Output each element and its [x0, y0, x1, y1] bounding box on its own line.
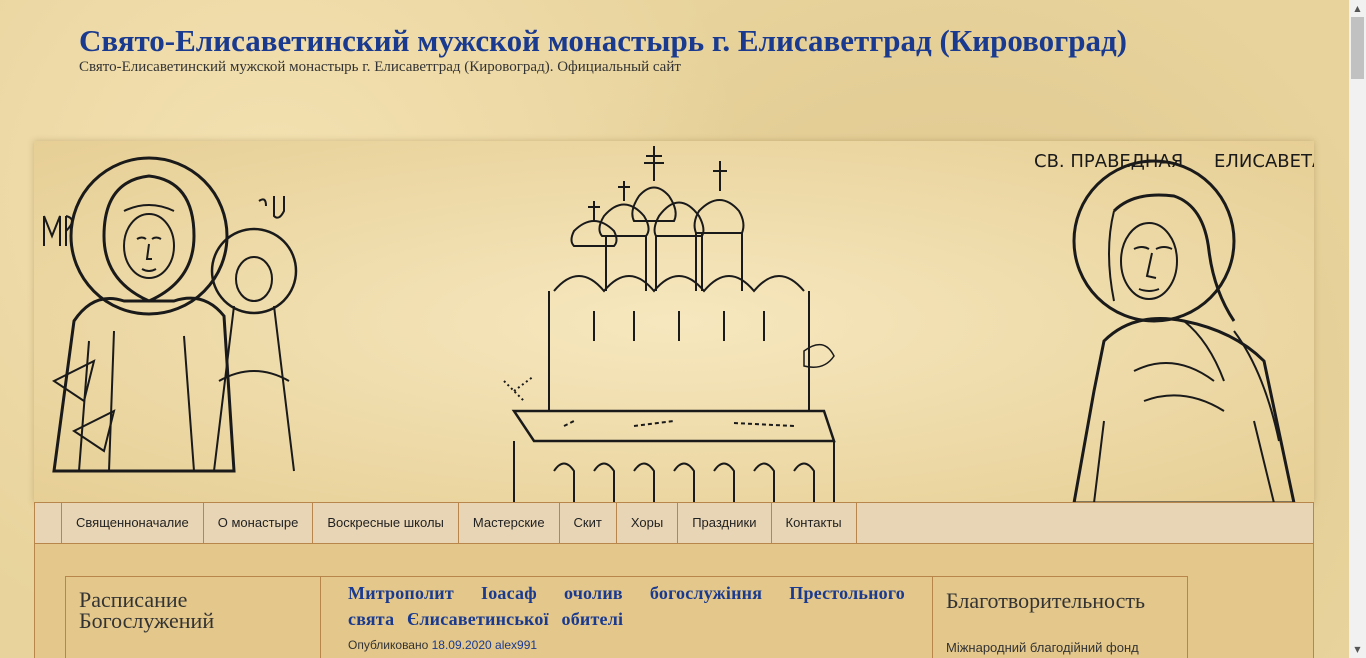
theotokos-icon-drawing: [43, 156, 298, 473]
vertical-scrollbar[interactable]: ▲ ▼: [1349, 0, 1366, 658]
cathedral-drawing: [503, 146, 836, 503]
site-title[interactable]: Свято-Елисаветинский мужской монастырь г…: [79, 25, 1179, 56]
post-title[interactable]: Митрополит Іоасаф очолив богослужіння Пр…: [348, 580, 905, 632]
main-navigation: Священноначалие О монастыре Воскресные ш…: [34, 502, 1314, 544]
main-content: Митрополит Іоасаф очолив богослужіння Пр…: [321, 576, 932, 658]
post-date-link[interactable]: 18.09.2020: [432, 638, 492, 652]
menu-item-leadership[interactable]: Священноначалие: [61, 503, 203, 543]
menu-list: Священноначалие О монастыре Воскресные ш…: [61, 503, 857, 545]
menu-item-holidays[interactable]: Праздники: [677, 503, 770, 543]
scroll-up-arrow-icon[interactable]: ▲: [1349, 0, 1366, 17]
schedule-heading: Расписание Богослужений: [79, 587, 215, 633]
left-sidebar: Расписание Богослужений: [65, 576, 321, 658]
menu-item-skete[interactable]: Скит: [558, 503, 616, 543]
menu-item-about[interactable]: О монастыре: [202, 503, 313, 543]
post-author-link[interactable]: alex991: [495, 638, 537, 652]
post-meta-prefix: Опубликовано: [348, 638, 429, 652]
site-header: Свято-Елисаветинский мужской монастырь г…: [79, 25, 1179, 76]
charity-heading: Благотворительность: [946, 588, 1146, 613]
menu-item-contacts[interactable]: Контакты: [770, 503, 857, 543]
scrollbar-thumb[interactable]: [1351, 17, 1364, 79]
svg-text:ЕЛИСАВЕТА: ЕЛИСАВЕТА: [1214, 151, 1314, 172]
menu-item-choirs[interactable]: Хоры: [615, 503, 677, 543]
menu-item-workshops[interactable]: Мастерские: [457, 503, 559, 543]
menu-item-sunday-schools[interactable]: Воскресные школы: [312, 503, 458, 543]
charity-fund-text[interactable]: Міжнародний благодійний фонд: [946, 640, 1187, 655]
site-description: Свято-Елисаветинский мужской монастырь г…: [79, 59, 681, 75]
scroll-down-arrow-icon[interactable]: ▼: [1349, 641, 1366, 658]
post-meta: Опубликовано 18.09.2020 alex991: [348, 638, 932, 652]
saint-elisabeth-icon-drawing: СВ. ПРАВЕДНАЯ ЕЛИСАВЕТА: [1034, 151, 1314, 503]
right-sidebar: Благотворительность Міжнародний благодій…: [932, 576, 1188, 658]
header-banner-image: СВ. ПРАВЕДНАЯ ЕЛИСАВЕТА: [34, 141, 1314, 503]
